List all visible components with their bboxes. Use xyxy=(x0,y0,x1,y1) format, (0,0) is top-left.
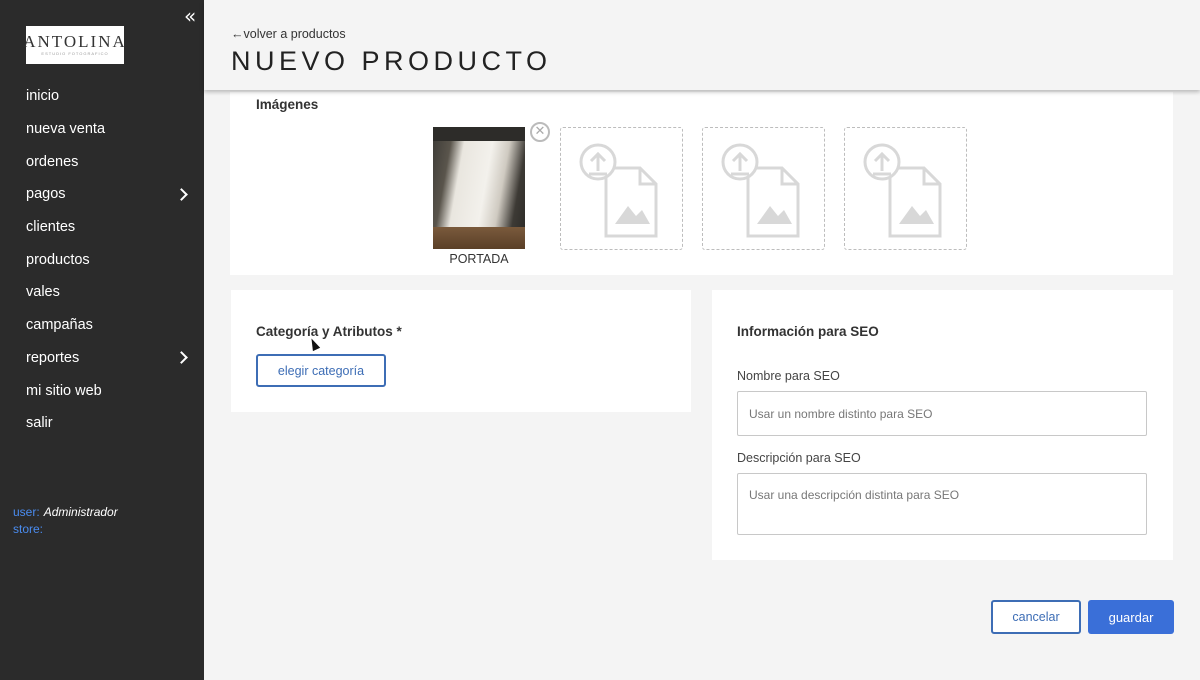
sidebar-item-productos[interactable]: productos xyxy=(0,243,204,276)
sidebar-item-label: ordenes xyxy=(26,153,79,170)
image-upload-slot[interactable] xyxy=(560,127,683,250)
sidebar-item-label: salir xyxy=(26,415,53,432)
sidebar-item-salir[interactable]: salir xyxy=(0,407,204,440)
seo-name-input[interactable] xyxy=(737,391,1147,436)
store-label: store: xyxy=(13,522,44,536)
sidebar-item-label: productos xyxy=(26,251,90,268)
seo-title: Información para SEO xyxy=(737,324,879,339)
logo-name: ANTOLINA xyxy=(23,32,127,51)
user-info: user: Administrador store: xyxy=(13,504,118,538)
sidebar-item-clientes[interactable]: clientes xyxy=(0,211,204,244)
sidebar-item-campanas[interactable]: campañas xyxy=(0,309,204,342)
logo[interactable]: ANTOLINA ESTUDIO FOTOGRAFICO xyxy=(23,26,127,64)
image-upload-icon xyxy=(863,143,942,238)
page-header: ←volver a productos NUEVO PRODUCTO xyxy=(204,0,1200,90)
sidebar-item-pagos[interactable]: pagos xyxy=(0,178,204,211)
images-card: Imágenes ✕ PORTADA xyxy=(230,92,1173,275)
chevron-right-icon xyxy=(175,188,188,201)
category-title: Categoría y Atributos * xyxy=(256,324,402,339)
cover-label: PORTADA xyxy=(449,252,509,266)
cancel-button[interactable]: cancelar xyxy=(991,600,1081,634)
image-upload-icon xyxy=(721,143,800,238)
seo-name-label: Nombre para SEO xyxy=(737,369,840,383)
sidebar-nav: inicio nueva venta ordenes pagos cliente… xyxy=(0,80,204,440)
collapse-sidebar-icon[interactable]: « xyxy=(184,6,196,26)
user-label: user: xyxy=(13,505,40,519)
image-upload-icon xyxy=(579,143,658,238)
sidebar-item-label: clientes xyxy=(26,219,76,236)
sidebar-item-label: reportes xyxy=(26,349,80,366)
sidebar-item-label: mi sitio web xyxy=(26,382,102,399)
remove-image-icon[interactable]: ✕ xyxy=(530,122,550,142)
sidebar-item-ordenes[interactable]: ordenes xyxy=(0,145,204,178)
sidebar-item-label: pagos xyxy=(26,186,66,203)
sidebar: « ANTOLINA ESTUDIO FOTOGRAFICO inicio nu… xyxy=(0,0,204,680)
choose-category-button[interactable]: elegir categoría xyxy=(256,354,386,387)
chevron-right-icon xyxy=(175,351,188,365)
seo-card: Información para SEO Nombre para SEO Des… xyxy=(712,290,1173,560)
page-title: NUEVO PRODUCTO xyxy=(231,46,552,76)
category-card: Categoría y Atributos * elegir categoría xyxy=(231,290,691,412)
images-title: Imágenes xyxy=(256,97,319,112)
sidebar-item-reportes[interactable]: reportes xyxy=(0,342,204,375)
photo-floor xyxy=(433,227,525,249)
save-button[interactable]: guardar xyxy=(1088,600,1174,634)
cover-image[interactable] xyxy=(433,127,525,249)
logo-tagline: ESTUDIO FOTOGRAFICO xyxy=(41,51,109,56)
seo-description-input[interactable] xyxy=(737,473,1147,535)
back-to-products-link[interactable]: ←volver a productos xyxy=(231,27,346,41)
sidebar-item-label: nueva venta xyxy=(26,121,106,138)
sidebar-item-nueva-venta[interactable]: nueva venta xyxy=(0,113,204,146)
sidebar-item-label: campañas xyxy=(26,317,93,334)
sidebar-item-label: inicio xyxy=(26,88,60,105)
image-upload-slot[interactable] xyxy=(702,127,825,250)
user-value: Administrador xyxy=(43,505,118,519)
seo-description-label: Descripción para SEO xyxy=(737,451,861,465)
sidebar-item-inicio[interactable]: inicio xyxy=(0,80,204,113)
sidebar-item-label: vales xyxy=(26,284,60,301)
sidebar-item-mi-sitio-web[interactable]: mi sitio web xyxy=(0,374,204,407)
sidebar-item-vales[interactable]: vales xyxy=(0,276,204,309)
image-upload-slot[interactable] xyxy=(844,127,967,250)
photo-ceiling xyxy=(433,127,525,141)
